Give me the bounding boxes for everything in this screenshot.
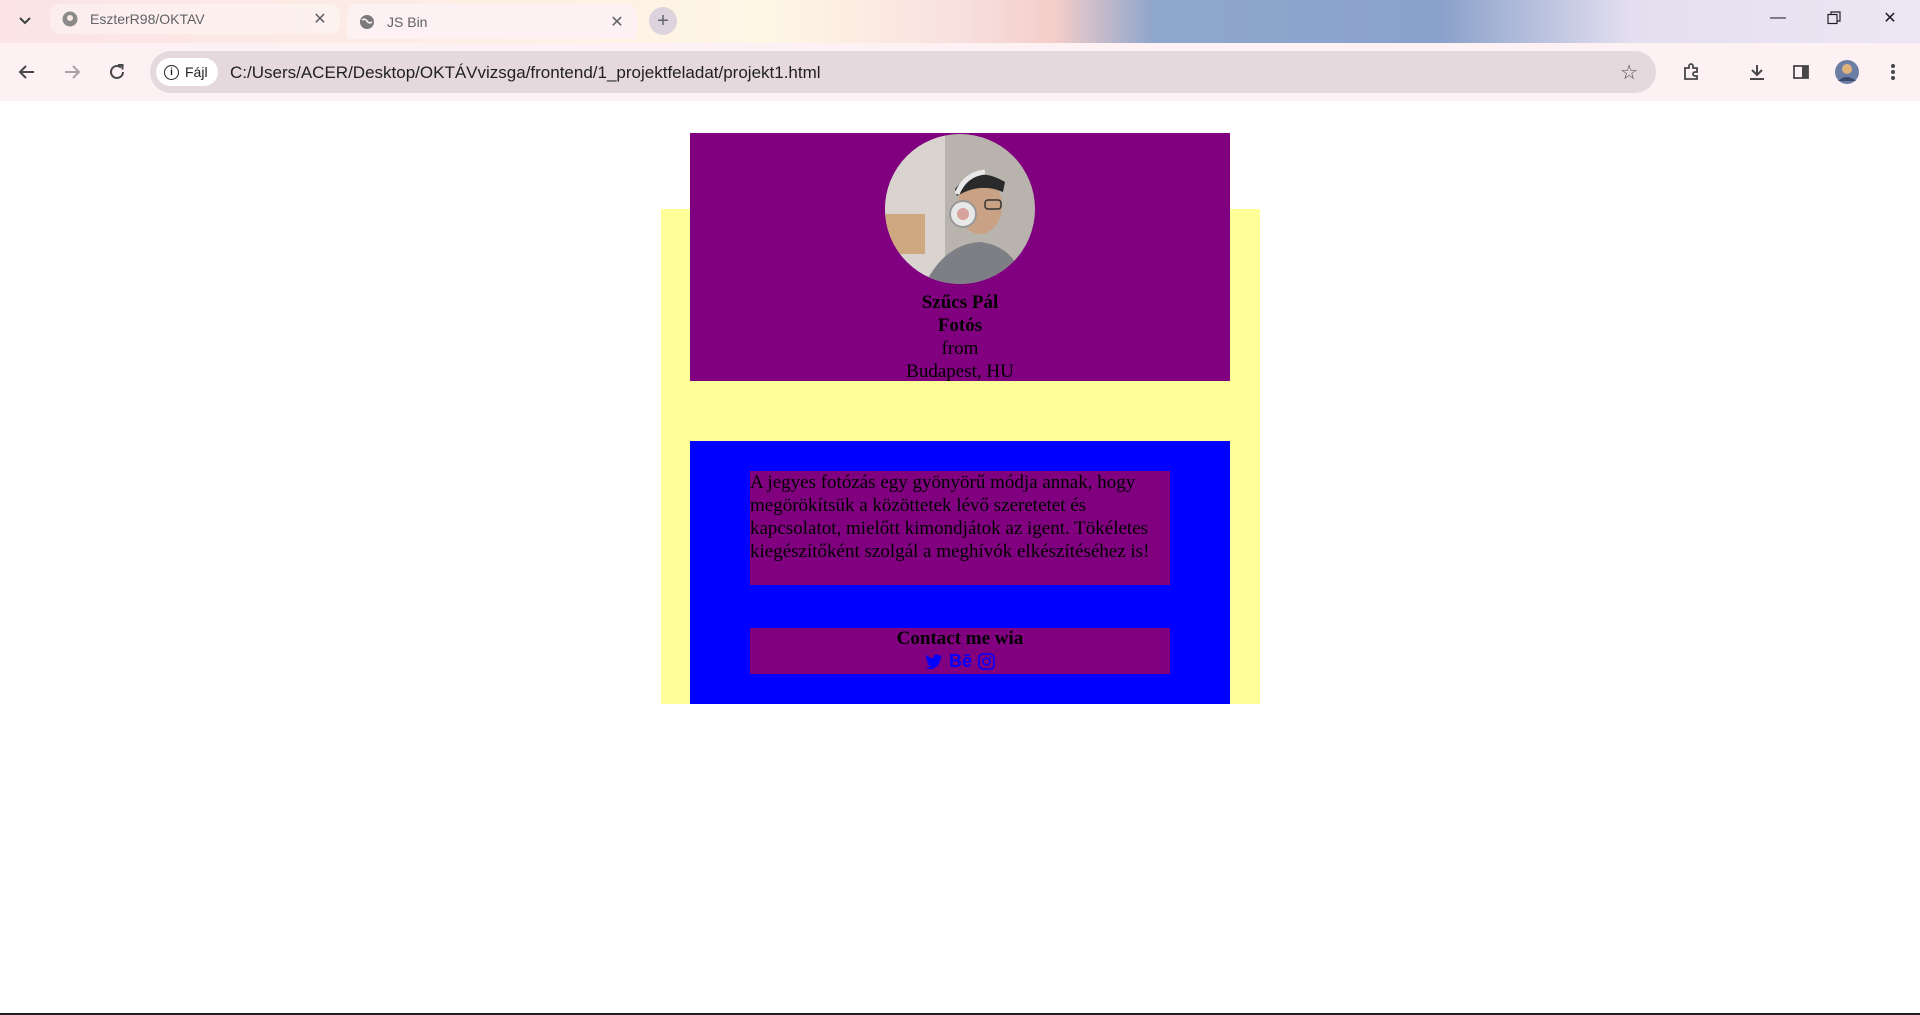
more-vertical-icon bbox=[1891, 64, 1895, 80]
side-panel-icon bbox=[1793, 65, 1809, 79]
close-window-button[interactable]: ✕ bbox=[1862, 0, 1918, 36]
new-tab-button[interactable]: + bbox=[649, 7, 677, 35]
restore-icon bbox=[1827, 11, 1841, 25]
extensions-button[interactable] bbox=[1676, 57, 1706, 87]
browser-tab-strip: EszterR98/OKTAV ✕ JS Bin ✕ + — ✕ bbox=[0, 0, 1920, 43]
arrow-left-icon bbox=[18, 65, 34, 79]
restore-button[interactable] bbox=[1806, 0, 1862, 36]
bookmark-star-icon[interactable]: ☆ bbox=[1620, 60, 1638, 85]
chevron-down-icon bbox=[19, 17, 31, 25]
close-icon[interactable]: ✕ bbox=[310, 9, 330, 29]
arrow-right-icon bbox=[65, 65, 81, 79]
page-content: Szűcs Pál Fotós from Budapest, HU A jegy… bbox=[0, 101, 1920, 1015]
tab-title: EszterR98/OKTAV bbox=[90, 11, 205, 27]
side-panel-button[interactable] bbox=[1786, 57, 1816, 87]
globe-icon bbox=[359, 14, 375, 30]
url-text[interactable]: C:/Users/ACER/Desktop/OKTÁVvizsga/fronte… bbox=[230, 63, 821, 83]
close-icon[interactable]: ✕ bbox=[607, 12, 627, 32]
tab-title: JS Bin bbox=[387, 13, 428, 30]
github-icon bbox=[62, 11, 78, 27]
profile-info: Szűcs Pál Fotós from Budapest, HU bbox=[690, 291, 1230, 383]
forward-button[interactable] bbox=[57, 57, 87, 87]
bio-text: A jegyes fotózás egy gyönyörű módja anna… bbox=[750, 471, 1170, 585]
download-icon bbox=[1750, 65, 1764, 80]
reload-button[interactable] bbox=[102, 57, 132, 87]
menu-button[interactable] bbox=[1878, 57, 1908, 87]
back-button[interactable] bbox=[12, 57, 42, 87]
social-links: Bē bbox=[750, 650, 1170, 672]
minimize-icon: — bbox=[1770, 9, 1786, 26]
profile-name: Szűcs Pál bbox=[921, 292, 999, 313]
puzzle-icon bbox=[1684, 63, 1698, 80]
contact-heading: Contact me wia bbox=[896, 628, 1024, 649]
site-info-chip[interactable]: i Fájl bbox=[156, 58, 218, 86]
browser-toolbar: i Fájl C:/Users/ACER/Desktop/OKTÁVvizsga… bbox=[0, 43, 1920, 102]
reload-icon bbox=[110, 64, 124, 79]
profile-header: Szűcs Pál Fotós from Budapest, HU bbox=[690, 133, 1230, 383]
tab-search-button[interactable] bbox=[12, 8, 38, 34]
instagram-icon[interactable] bbox=[978, 652, 995, 670]
avatar-icon bbox=[1835, 60, 1859, 84]
contact-box: Contact me wia Bē bbox=[750, 628, 1170, 674]
plus-icon: + bbox=[657, 9, 669, 32]
tab-github[interactable]: EszterR98/OKTAV ✕ bbox=[50, 4, 340, 34]
main-card: A jegyes fotózás egy gyönyörű módja anna… bbox=[690, 441, 1230, 704]
profile-location: Budapest, HU bbox=[906, 361, 1014, 382]
close-icon: ✕ bbox=[1883, 10, 1897, 27]
site-chip-label: Fájl bbox=[185, 64, 208, 80]
from-label: from bbox=[941, 338, 979, 359]
profile-photo bbox=[885, 134, 1035, 284]
minimize-button[interactable]: — bbox=[1750, 0, 1806, 36]
behance-icon[interactable]: Bē bbox=[949, 650, 972, 672]
profile-avatar[interactable] bbox=[1832, 57, 1862, 87]
tab-jsbin[interactable]: JS Bin ✕ bbox=[347, 4, 637, 39]
address-bar[interactable]: i Fájl C:/Users/ACER/Desktop/OKTÁVvizsga… bbox=[150, 51, 1656, 93]
twitter-icon[interactable] bbox=[925, 653, 943, 669]
profile-job: Fotós bbox=[937, 315, 983, 336]
info-icon: i bbox=[164, 64, 179, 80]
downloads-button[interactable] bbox=[1742, 57, 1772, 87]
